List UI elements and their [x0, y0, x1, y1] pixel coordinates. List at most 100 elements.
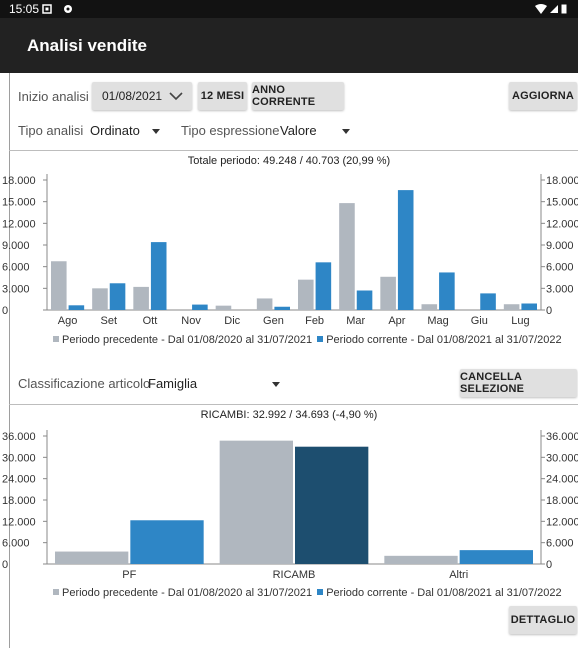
start-date-picker[interactable]: 01/08/2021: [92, 82, 192, 110]
y-tick-label-right: 0: [546, 305, 552, 317]
bar-prev-dic[interactable]: [215, 305, 232, 310]
classificazione-select[interactable]: Famiglia: [146, 371, 286, 395]
bar-prev-ott[interactable]: [133, 286, 149, 310]
legend-curr-label: Periodo corrente - Dal 01/08/2021 al 31/…: [326, 587, 562, 599]
y-tick-label-right: 15.000: [546, 197, 578, 209]
classificazione-label: Classificazione articolo: [18, 376, 151, 391]
current-year-button[interactable]: ANNO CORRENTE: [252, 82, 344, 110]
legend-prev-label: Periodo precedente - Dal 01/08/2020 al 3…: [62, 587, 313, 599]
y-tick-label-right: 6.000: [546, 538, 574, 550]
bar-prev-lug[interactable]: [503, 304, 520, 310]
y-tick-label-right: 12.000: [546, 516, 578, 528]
chart2-legend: Periodo precedente - Dal 01/08/2020 al 3…: [53, 587, 562, 599]
x-tick-label: Giu: [471, 315, 488, 327]
chart2-title: RICAMBI: 32.992 / 34.693 (-4,90 %): [200, 409, 378, 421]
bar-curr-ago[interactable]: [68, 305, 85, 310]
y-tick-label-left: 30.000: [2, 452, 36, 464]
y-tick-label-left: 12.000: [2, 516, 36, 528]
chevron-down-icon: [169, 92, 183, 101]
update-button[interactable]: AGGIORNA: [509, 82, 577, 110]
tipo-espressione-select[interactable]: Valore: [278, 118, 354, 142]
x-tick-label: Mar: [346, 315, 365, 327]
legend-curr-label: Periodo corrente - Dal 01/08/2021 al 31/…: [326, 334, 562, 346]
bar-curr-ott[interactable]: [150, 242, 167, 310]
bar-curr-apr[interactable]: [397, 190, 414, 310]
y-tick-label-left: 0: [2, 305, 8, 317]
bar-curr-altri[interactable]: [459, 550, 533, 564]
wifi-icon: [535, 4, 547, 14]
x-tick-label: Altri: [449, 569, 468, 580]
tipo-analisi-label: Tipo analisi: [18, 123, 84, 138]
tipo-analisi-select[interactable]: Ordinato: [88, 118, 164, 142]
dropdown-caret-icon: [152, 129, 160, 134]
twelve-months-button[interactable]: 12 MESI: [198, 82, 247, 110]
legend-curr-swatch: [317, 589, 324, 595]
status-time: 15:05: [9, 2, 40, 16]
y-tick-label-left: 36.000: [2, 431, 36, 443]
bar-curr-mag[interactable]: [439, 272, 455, 310]
bar-prev-ago[interactable]: [51, 261, 67, 310]
y-tick-label-right: 9.000: [546, 240, 574, 252]
detail-button[interactable]: DETTAGLIO: [509, 606, 577, 634]
divider: [9, 150, 578, 151]
bar-prev-set[interactable]: [92, 288, 108, 310]
bar-curr-feb[interactable]: [315, 262, 332, 310]
bar-curr-set[interactable]: [109, 283, 126, 310]
bar-curr-giu[interactable]: [480, 293, 496, 310]
bar-prev-mar[interactable]: [339, 203, 355, 310]
chart1-legend: Periodo precedente - Dal 01/08/2020 al 3…: [53, 334, 562, 346]
bar-prev-ricamb[interactable]: [219, 440, 293, 564]
bar-curr-gen[interactable]: [274, 306, 290, 310]
start-date-value: 01/08/2021: [102, 89, 163, 103]
bar-prev-apr[interactable]: [380, 276, 396, 310]
y-tick-label-left: 9.000: [2, 240, 30, 252]
x-tick-label: Mag: [427, 315, 448, 327]
bar-curr-mar[interactable]: [356, 290, 373, 311]
classificazione-value: Famiglia: [148, 376, 198, 391]
tipo-analisi-value: Ordinato: [90, 123, 140, 138]
x-tick-label: Nov: [181, 315, 201, 327]
y-tick-label-left: 24.000: [2, 474, 36, 486]
bar-curr-lug[interactable]: [521, 303, 537, 311]
inizio-analisi-label: Inizio analisi: [18, 89, 89, 104]
y-tick-label-left: 3.000: [2, 283, 30, 295]
bar-prev-mag[interactable]: [421, 304, 438, 310]
x-tick-label: Lug: [511, 315, 529, 327]
bar-curr-ricamb[interactable]: [295, 446, 369, 564]
y-tick-label-right: 18.000: [546, 495, 578, 507]
divider: [9, 404, 578, 405]
bar-prev-altri[interactable]: [384, 555, 458, 564]
notification-icon: [42, 4, 52, 14]
dropdown-caret-icon: [342, 129, 350, 134]
y-tick-label-left: 6.000: [2, 538, 30, 550]
legend-prev-swatch: [53, 336, 59, 342]
y-tick-label-left: 18.000: [2, 175, 36, 187]
x-tick-label: Set: [100, 315, 117, 327]
message-icon: [64, 5, 72, 13]
x-tick-label: Gen: [263, 315, 284, 327]
x-tick-label: Dic: [224, 315, 240, 327]
x-tick-label: Apr: [388, 315, 405, 327]
clear-selection-button[interactable]: CANCELLA SELEZIONE: [460, 369, 577, 397]
bar-curr-nov[interactable]: [192, 304, 208, 310]
bar-prev-gen[interactable]: [256, 298, 273, 310]
tipo-espressione-label: Tipo espressione: [181, 123, 280, 138]
category-sales-chart: 0 0 6.000 6.000 12.000 12.000 18.000 18.000 24.0…: [2, 430, 578, 580]
x-tick-label: Ago: [58, 315, 78, 327]
y-tick-label-right: 36.000: [546, 431, 578, 443]
y-tick-label-left: 18.000: [2, 495, 36, 507]
y-tick-label-right: 6.000: [546, 262, 574, 274]
x-tick-label: RICAMB: [273, 569, 316, 580]
bar-prev-pf[interactable]: [55, 551, 129, 564]
app-bar: Analisi vendite: [0, 18, 578, 73]
battery-icon: [561, 4, 567, 14]
y-tick-label-right: 0: [546, 559, 552, 571]
bar-prev-feb[interactable]: [298, 279, 314, 310]
status-bar: 15:05: [0, 0, 578, 18]
bar-curr-pf[interactable]: [130, 520, 204, 564]
page-title: Analisi vendite: [27, 36, 147, 55]
legend-prev-label: Periodo precedente - Dal 01/08/2020 al 3…: [62, 334, 313, 346]
y-tick-label-left: 12.000: [2, 218, 36, 230]
tipo-espressione-value: Valore: [280, 123, 317, 138]
y-tick-label-left: 15.000: [2, 197, 36, 209]
